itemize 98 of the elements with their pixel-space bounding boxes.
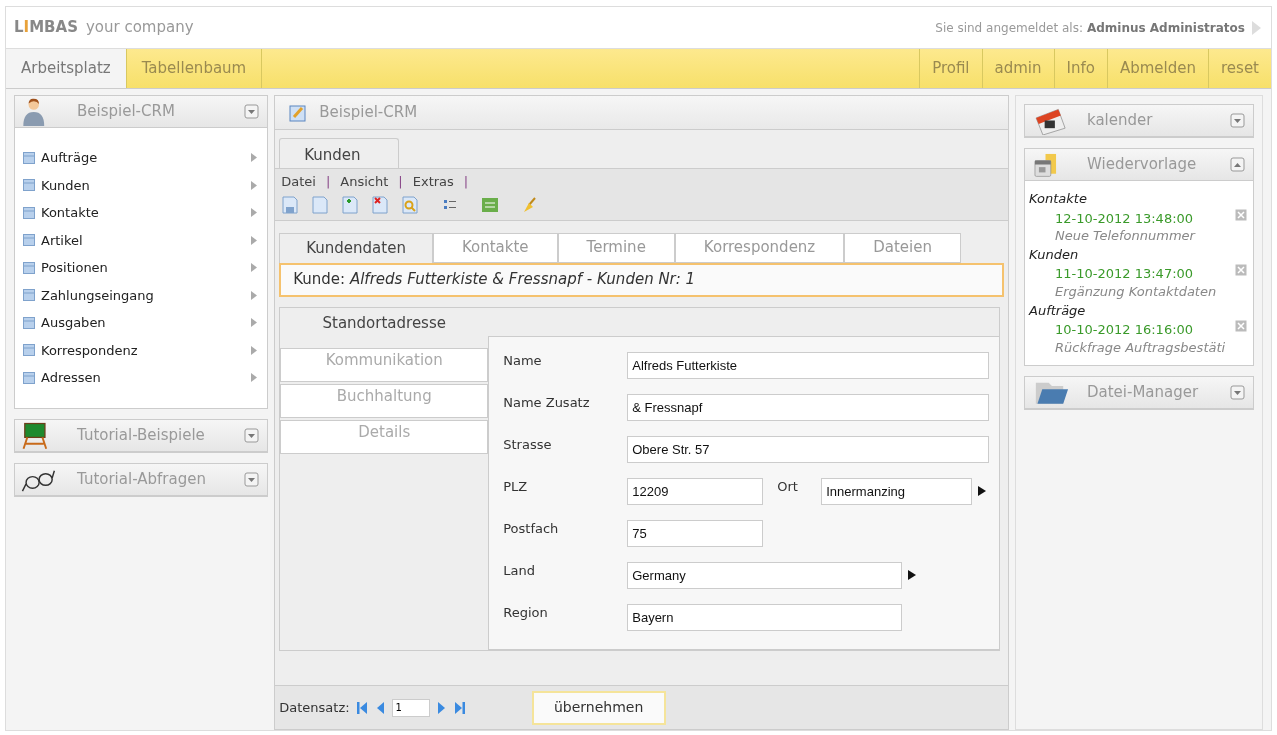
sidebar-item[interactable]: Korrespondenz bbox=[15, 336, 268, 364]
table-icon bbox=[23, 151, 35, 164]
menu-item[interactable]: Ansicht bbox=[340, 172, 389, 192]
reminder-date[interactable]: 12-10-2012 13:48:00 bbox=[1055, 208, 1235, 228]
input-field[interactable]: 75 bbox=[627, 519, 764, 547]
menu-separator: | bbox=[325, 173, 331, 191]
blackboard-icon bbox=[21, 420, 49, 450]
chevron-icon bbox=[251, 180, 258, 190]
table-icon bbox=[23, 344, 35, 357]
field-label: Ort bbox=[776, 477, 799, 496]
document-icon[interactable] bbox=[311, 195, 330, 214]
table-icon bbox=[23, 206, 35, 219]
field-label: Name bbox=[503, 351, 543, 370]
main-tab[interactable]: Arbeitsplatz bbox=[6, 49, 127, 88]
input-field[interactable]: Germany bbox=[627, 561, 903, 589]
record-title: Kunde: Alfreds Futterkiste & Fressnapf - Kunden Nr: 1 bbox=[293, 269, 696, 291]
expand-icon[interactable] bbox=[1230, 113, 1245, 128]
expand-icon[interactable] bbox=[244, 471, 260, 487]
reminder-note: Neue Telefonnummer bbox=[1055, 228, 1197, 245]
edit-icon bbox=[289, 103, 308, 122]
chevron-icon bbox=[251, 235, 258, 245]
table-icon bbox=[23, 316, 35, 329]
sidebar-item[interactable]: Positionen bbox=[15, 254, 268, 282]
panel-title: Wiedervorlage bbox=[1087, 154, 1197, 176]
chevron-icon bbox=[251, 290, 258, 300]
record-label: Datensatz: bbox=[279, 698, 350, 717]
field-label: Name Zusatz bbox=[503, 393, 591, 412]
field-label: PLZ bbox=[503, 477, 529, 496]
delete-document-icon[interactable] bbox=[371, 195, 390, 214]
panel-title: kalender bbox=[1087, 110, 1153, 132]
input-field[interactable]: 12209 bbox=[627, 477, 764, 505]
chevron-icon bbox=[251, 345, 258, 355]
close-icon[interactable] bbox=[1235, 264, 1247, 277]
sidebar-item[interactable]: Artikel bbox=[15, 226, 268, 254]
field-label: Strasse bbox=[503, 435, 553, 454]
reminder-date[interactable]: 10-10-2012 16:16:00 bbox=[1055, 320, 1235, 340]
close-icon[interactable] bbox=[1235, 208, 1247, 221]
reminder-note: Ergänzung Kontaktdaten bbox=[1055, 283, 1218, 301]
tagline: your company bbox=[85, 17, 194, 39]
table-icon bbox=[23, 179, 35, 192]
search-icon[interactable] bbox=[401, 195, 420, 214]
login-label: Sie sind angemeldet als: bbox=[935, 19, 1083, 37]
menu-item[interactable]: Datei bbox=[281, 172, 316, 192]
collapse-icon[interactable] bbox=[1230, 157, 1245, 172]
panel-title: Tutorial-Beispiele bbox=[77, 424, 205, 446]
field-label: Region bbox=[503, 603, 549, 622]
apply-button[interactable]: übernehmen bbox=[531, 690, 666, 725]
input-field[interactable]: Alfreds Futterkiste bbox=[627, 351, 990, 379]
table-icon bbox=[23, 289, 35, 302]
person-icon bbox=[21, 97, 47, 126]
record-tab[interactable]: Kundendaten bbox=[279, 232, 433, 263]
field-label: Land bbox=[503, 561, 536, 580]
sidebar-item[interactable]: Kontakte bbox=[15, 199, 268, 227]
panel-title: Beispiel-CRM bbox=[77, 101, 175, 123]
input-field[interactable]: Innermanzing bbox=[821, 477, 973, 505]
first-icon[interactable] bbox=[355, 699, 368, 716]
group-heading: Aufträge bbox=[1027, 301, 1087, 320]
table-tab[interactable]: Kunden bbox=[279, 138, 400, 168]
logo: LIMBAS bbox=[14, 17, 78, 39]
user-name: Adminus Administratos bbox=[1086, 19, 1245, 37]
table-icon bbox=[23, 261, 35, 274]
form-icon[interactable] bbox=[481, 195, 500, 214]
panel-title: Datei-Manager bbox=[1087, 381, 1199, 403]
panel-title: Beispiel-CRM bbox=[319, 102, 418, 124]
save-icon[interactable] bbox=[281, 195, 300, 214]
table-icon bbox=[23, 234, 35, 247]
field-label: Postfach bbox=[503, 519, 560, 538]
last-icon[interactable] bbox=[453, 699, 466, 716]
group-heading: Kunden bbox=[1028, 245, 1080, 264]
expand-icon[interactable] bbox=[244, 104, 260, 119]
panel-title: Tutorial-Abfragen bbox=[77, 468, 206, 490]
chevron-icon bbox=[251, 208, 258, 218]
chevron-icon bbox=[251, 318, 258, 328]
dropdown-arrow-icon[interactable] bbox=[978, 486, 987, 496]
record-number-field[interactable]: 1 bbox=[391, 698, 430, 717]
menu-separator: | bbox=[398, 173, 403, 191]
expand-icon[interactable] bbox=[244, 427, 260, 443]
close-icon[interactable] bbox=[1235, 320, 1247, 333]
sidebar-item[interactable]: Ausgaben bbox=[15, 309, 268, 337]
chevron-icon bbox=[251, 153, 258, 163]
sidebar-item[interactable]: Kunden bbox=[15, 171, 268, 199]
sidebar-item[interactable]: Aufträge bbox=[15, 144, 268, 172]
chevron-icon bbox=[251, 373, 258, 383]
reminder-note: Rückfrage Auftragsbestäti bbox=[1055, 339, 1227, 357]
table-icon bbox=[23, 371, 35, 384]
new-document-icon[interactable] bbox=[341, 195, 360, 214]
chevron-icon bbox=[251, 263, 258, 273]
menu-separator: | bbox=[463, 173, 469, 191]
dropdown-arrow-icon[interactable] bbox=[908, 570, 917, 580]
reminder-date[interactable]: 11-10-2012 13:47:00 bbox=[1055, 264, 1235, 284]
input-field[interactable]: & Fressnapf bbox=[627, 393, 990, 421]
sidebar-item[interactable]: Zahlungseingang bbox=[15, 281, 268, 309]
sidebar-item[interactable]: Adressen bbox=[15, 364, 268, 392]
menu-item[interactable]: Extras bbox=[412, 172, 454, 192]
expand-icon[interactable] bbox=[1230, 384, 1245, 400]
input-field[interactable]: Obere Str. 57 bbox=[627, 435, 990, 463]
input-field[interactable]: Bayern bbox=[627, 603, 903, 631]
group-heading: Kontakte bbox=[1028, 190, 1088, 208]
